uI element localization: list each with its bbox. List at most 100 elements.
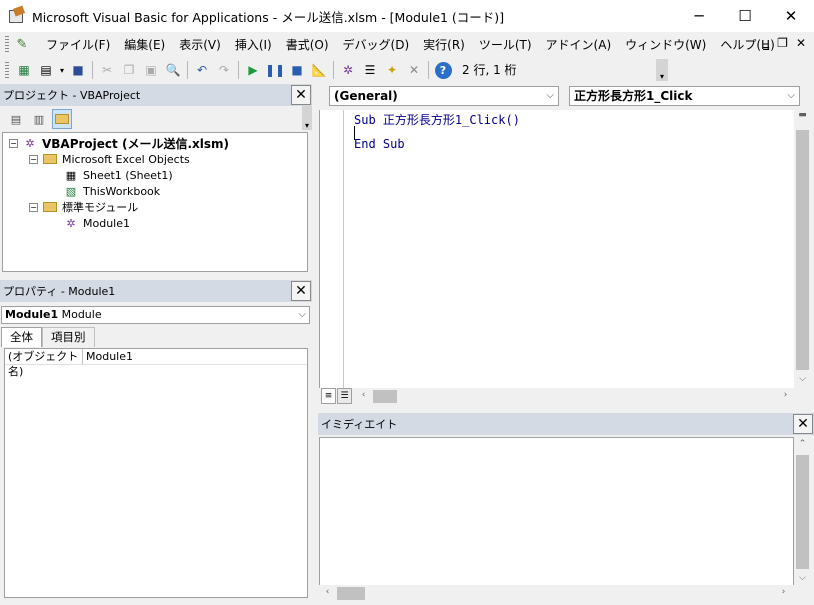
view-code-icon[interactable]: ▤ [6,109,26,129]
pause-icon[interactable]: ❚❚ [264,59,286,81]
view-object-icon[interactable]: ▥ [29,109,49,129]
immediate-input[interactable] [319,437,794,589]
paste-icon[interactable]: ▣ [140,59,162,81]
close-button[interactable]: ✕ [768,0,814,32]
properties-window-icon[interactable]: ☰ [359,59,381,81]
toolbox-icon[interactable]: ✕ [403,59,425,81]
tab-categorized[interactable]: 項目別 [42,327,95,347]
collapse-icon[interactable]: − [29,202,38,212]
menu-debug[interactable]: デバッグ(D) [336,36,417,53]
project-explorer-icon[interactable]: ✲ [337,59,359,81]
code-line[interactable]: End Sub [354,137,405,151]
toolbar-options-icon[interactable]: ▾ [656,59,668,81]
properties-grid: (オブジェクト名) Module1 [4,348,308,598]
cut-icon[interactable]: ✂ [96,59,118,81]
tree-label: Microsoft Excel Objects [62,152,190,166]
toolbar-separator [238,61,239,79]
scroll-down-icon[interactable]: ⌵ [794,374,811,384]
cursor-position-status: 2 行, 1 桁 [462,63,517,77]
maximize-button[interactable]: ☐ [722,0,768,32]
toggle-folders-icon[interactable] [52,109,72,129]
undo-icon[interactable]: ↶ [191,59,213,81]
menu-window[interactable]: ウィンドウ(W) [618,36,713,53]
immediate-horizontal-scrollbar[interactable]: ‹ › [319,585,794,602]
toolbar-grip[interactable] [5,62,9,78]
project-toolbar-options-icon[interactable]: ▾ [302,106,312,130]
scroll-down-icon[interactable]: ⌵ [794,573,811,583]
code-margin[interactable] [320,110,344,388]
mdi-minimize-button[interactable]: ‗ [763,36,769,50]
property-row[interactable]: (オブジェクト名) Module1 [5,349,307,378]
property-value[interactable]: Module1 [83,349,133,364]
procedure-view-icon[interactable]: ≡ [321,388,336,404]
vba-app-icon [8,5,26,25]
object-combo[interactable]: (General) ⌵ [329,86,559,106]
chevron-down-icon: ⌵ [546,90,554,101]
insert-userform-icon[interactable]: ▤ [35,59,57,81]
mdi-restore-button[interactable]: ❐ [777,36,788,50]
mdi-close-button[interactable]: ✕ [796,36,806,50]
toolbar-separator [428,61,429,79]
code-vertical-scrollbar[interactable]: ▬ ⌵ [794,110,811,388]
menu-grip[interactable] [5,36,9,52]
mdi-controls: ‗ ❐ ✕ [763,36,806,50]
menu-addins[interactable]: アドイン(A) [539,36,619,53]
run-icon[interactable]: ▶ [242,59,264,81]
copy-icon[interactable]: ❐ [118,59,140,81]
tree-item-excel-objects[interactable]: − Microsoft Excel Objects [29,151,190,167]
tree-item-vbaproject[interactable]: − ✲ VBAProject (メール送信.xlsm) [9,135,229,151]
tab-alphabetic[interactable]: 全体 [1,327,42,347]
full-module-view-icon[interactable]: ☰ [337,388,352,404]
object-browser-icon[interactable]: ✦ [381,59,403,81]
scroll-left-icon[interactable]: ‹ [319,587,336,597]
collapse-icon[interactable]: − [9,138,18,148]
project-tree: − ✲ VBAProject (メール送信.xlsm) − Microsoft … [2,132,308,272]
window-title: Microsoft Visual Basic for Applications … [32,9,505,25]
project-pane-title: プロジェクト - VBAProject [3,89,141,102]
immediate-pane-close-button[interactable]: ✕ [793,414,813,434]
chevron-down-icon: ⌵ [787,90,795,101]
minimize-button[interactable]: ─ [676,0,722,32]
scroll-right-icon[interactable]: › [777,390,794,400]
scroll-up-icon[interactable]: ▬ [794,110,811,120]
immediate-vertical-scrollbar[interactable]: ⌃ ⌵ [794,437,811,589]
vbaproject-icon: ✲ [25,136,35,150]
scroll-thumb[interactable] [796,130,809,370]
collapse-icon[interactable]: − [29,154,38,164]
menu-insert[interactable]: 挿入(I) [228,36,279,53]
menu-run[interactable]: 実行(R) [416,36,472,53]
scroll-up-icon[interactable]: ⌃ [794,439,811,449]
tree-item-thisworkbook[interactable]: ▧ ThisWorkbook [63,183,160,199]
object-select[interactable]: Module1 Module ⌵ [1,306,310,324]
save-icon[interactable]: ■ [67,59,89,81]
dropdown-arrow-icon[interactable]: ▾ [57,59,67,81]
code-line[interactable]: Sub 正方形長方形1_Click() [354,111,520,128]
scroll-thumb[interactable] [796,455,809,569]
menu-file[interactable]: ファイル(F) [39,36,117,53]
menu-tools[interactable]: ツール(T) [472,36,539,53]
stop-icon[interactable]: ■ [286,59,308,81]
menu-format[interactable]: 書式(O) [279,36,336,53]
scroll-left-icon[interactable]: ‹ [355,390,372,400]
scroll-thumb[interactable] [373,390,397,403]
tree-item-sheet1[interactable]: ▦ Sheet1 (Sheet1) [63,167,173,183]
menu-view[interactable]: 表示(V) [172,36,228,53]
object-select-name: Module1 [5,308,59,321]
design-mode-icon[interactable]: 📐 [308,59,330,81]
help-icon[interactable]: ? [432,59,454,81]
tree-item-module1[interactable]: ✲ Module1 [63,215,130,231]
vba-menu-icon[interactable]: ✎ [13,35,31,53]
procedure-combo[interactable]: 正方形長方形1_Click ⌵ [569,86,800,106]
menu-edit[interactable]: 編集(E) [117,36,172,53]
scroll-right-icon[interactable]: › [775,587,792,597]
scroll-thumb[interactable] [337,587,365,600]
module-icon: ✲ [66,216,76,230]
code-editor[interactable]: Sub 正方形長方形1_Click() End Sub [319,110,794,388]
excel-view-icon[interactable]: ▦ [13,59,35,81]
project-pane-close-button[interactable]: ✕ [291,85,311,105]
properties-pane-close-button[interactable]: ✕ [291,281,311,301]
tree-item-std-modules[interactable]: − 標準モジュール [29,199,138,215]
object-select-type: Module [61,308,102,321]
redo-icon[interactable]: ↷ [213,59,235,81]
find-icon[interactable]: 🔍 [162,59,184,81]
